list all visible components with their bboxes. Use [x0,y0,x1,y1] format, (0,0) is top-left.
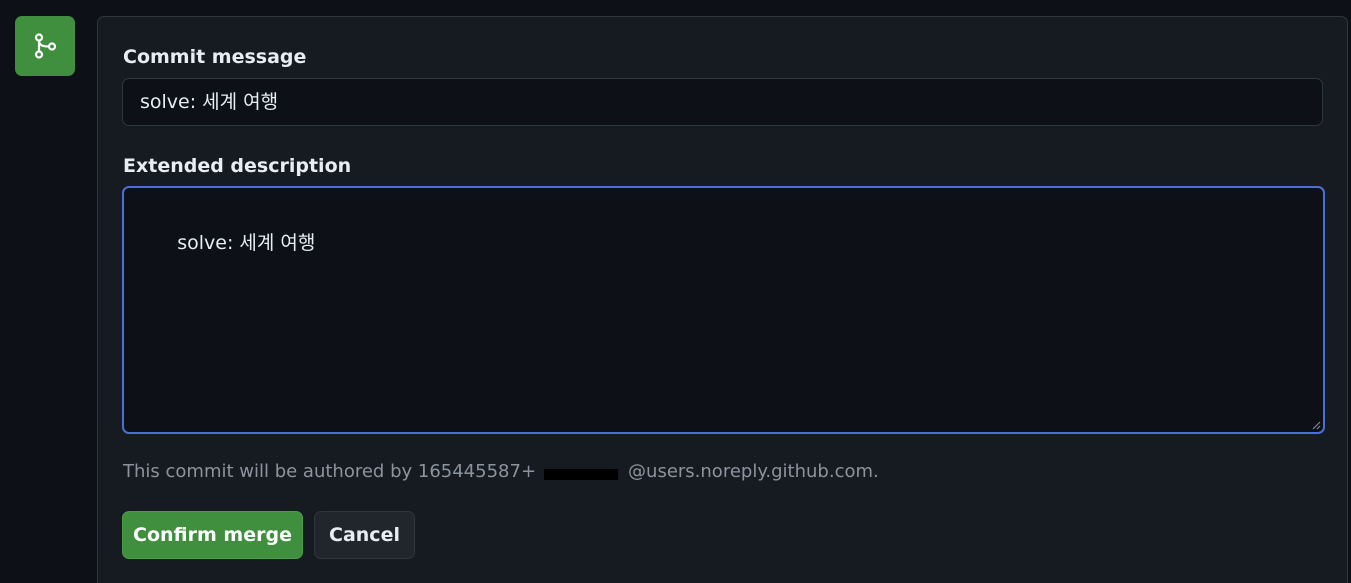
author-notice-prefix: This commit will be authored by 16544558… [123,461,537,482]
extended-description-textarea[interactable]: solve: 세계 여행 [122,186,1325,434]
extended-description-label: Extended description [123,155,352,177]
commit-message-input[interactable]: solve: 세계 여행 [122,78,1323,126]
cancel-button[interactable]: Cancel [314,511,415,559]
merge-commit-screen: Commit message solve: 세계 여행 Extended des… [0,0,1351,583]
resize-handle-icon[interactable] [1311,420,1321,430]
author-notice: This commit will be authored by 16544558… [123,461,879,482]
merge-form-panel: Commit message solve: 세계 여행 Extended des… [97,16,1348,583]
commit-message-label: Commit message [123,46,307,68]
confirm-merge-button[interactable]: Confirm merge [122,511,303,559]
git-merge-icon [34,33,57,59]
extended-description-text: solve: 세계 여행 [177,232,316,254]
redacted-username [544,469,619,480]
author-notice-suffix: @users.noreply.github.com. [628,461,879,482]
merge-badge [15,16,75,76]
